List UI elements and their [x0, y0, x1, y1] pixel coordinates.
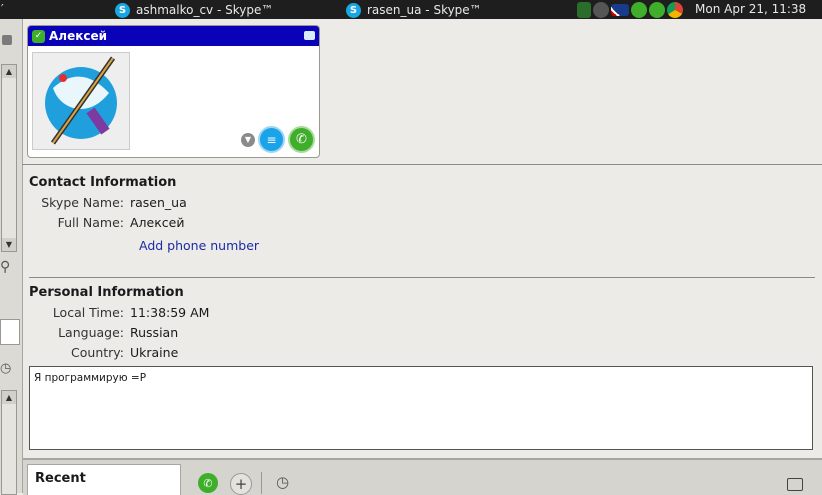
mood-message-box: Я программирую =P	[29, 366, 813, 450]
skype-name-row: Skype Name: rasen_ua	[29, 195, 187, 210]
scroll-down-icon[interactable]: ▼	[2, 238, 16, 251]
monitor-icon[interactable]	[577, 1, 591, 18]
search-field-edge[interactable]	[0, 319, 20, 345]
local-time-label: Local Time:	[52, 305, 124, 320]
country-label: Country:	[71, 345, 124, 360]
language-label: Language:	[58, 325, 124, 340]
taskbar-item-ashmalko[interactable]: S ashmalko_cv - Skype™	[115, 1, 273, 19]
system-tray	[577, 1, 683, 18]
call-button[interactable]: ✆	[288, 126, 315, 153]
skype-online-icon[interactable]	[631, 1, 647, 18]
contact-info-title: Contact Information	[29, 175, 177, 190]
contact-name: Алексей	[49, 29, 108, 43]
scroll-up-icon[interactable]: ▲	[2, 65, 16, 78]
scroll-up-icon[interactable]: ▲	[2, 391, 16, 404]
full-name-label: Full Name:	[57, 215, 124, 230]
divider	[29, 277, 815, 278]
clock-icon[interactable]: ◷	[276, 473, 289, 491]
skype-online-icon[interactable]	[649, 1, 665, 18]
country-value: Ukraine	[130, 345, 179, 360]
full-name-row: Full Name: Алексей	[29, 215, 185, 230]
contact-list-sliver: ▲ ▼ ⚲ ◷ ▲	[0, 19, 23, 495]
video-icon[interactable]	[304, 31, 315, 40]
contact-card: ✓ Алексей ▼ ≡ ✆	[27, 25, 320, 158]
personal-info-title: Personal Information	[29, 285, 184, 300]
clock[interactable]: Mon Apr 21, 11:38	[695, 2, 806, 16]
play-icon[interactable]	[593, 1, 609, 18]
chat-button[interactable]: ≡	[258, 126, 285, 153]
scroll-marker	[2, 35, 12, 45]
search-icon[interactable]: ⚲	[0, 259, 10, 275]
divider	[22, 164, 822, 165]
add-icon[interactable]: +	[230, 473, 252, 495]
recent-scrollbar[interactable]: ▲	[1, 390, 17, 495]
top-panel: ′ S ashmalko_cv - Skype™ S rasen_ua - Sk…	[0, 0, 822, 19]
contact-scrollbar[interactable]: ▲ ▼	[1, 64, 17, 252]
bottom-toolbar: Recent ✆ + ◷	[23, 458, 822, 495]
local-time-row: Local Time: 11:38:59 AM	[29, 305, 210, 320]
avatar	[32, 52, 130, 150]
tab-recent[interactable]: Recent	[27, 464, 181, 495]
local-time-value: 11:38:59 AM	[130, 305, 210, 320]
skype-icon: S	[346, 2, 361, 18]
add-phone-link[interactable]: Add phone number	[139, 238, 259, 253]
online-status-icon: ✓	[32, 29, 45, 43]
card-actions: ▼ ≡ ✆	[241, 126, 315, 153]
toolbar-divider	[261, 472, 262, 494]
full-name-value: Алексей	[130, 215, 185, 230]
clock-icon: ◷	[0, 361, 12, 376]
taskbar-item-label: ashmalko_cv - Skype™	[136, 3, 274, 17]
taskbar-item-label: rasen_ua - Skype™	[367, 3, 482, 17]
taskbar-item-rasen[interactable]: S rasen_ua - Skype™	[346, 1, 482, 19]
skype-name-value: rasen_ua	[130, 195, 187, 210]
card-header: ✓ Алексей	[28, 26, 319, 46]
tab-recent-label: Recent	[35, 471, 86, 486]
skype-name-label: Skype Name:	[41, 195, 124, 210]
language-value: Russian	[130, 325, 179, 340]
panel-fragment: ′	[1, 2, 4, 16]
window-toggle-icon[interactable]	[787, 478, 803, 491]
call-icon[interactable]: ✆	[198, 473, 218, 493]
uk-flag-icon[interactable]	[611, 3, 629, 16]
country-row: Country: Ukraine	[29, 345, 178, 360]
chrome-icon[interactable]	[667, 1, 683, 18]
chevron-down-icon[interactable]: ▼	[241, 132, 255, 147]
language-row: Language: Russian	[29, 325, 178, 340]
avatar-image	[33, 53, 129, 149]
mood-message-text: Я программирую =P	[34, 372, 147, 384]
skype-icon: S	[115, 2, 130, 18]
